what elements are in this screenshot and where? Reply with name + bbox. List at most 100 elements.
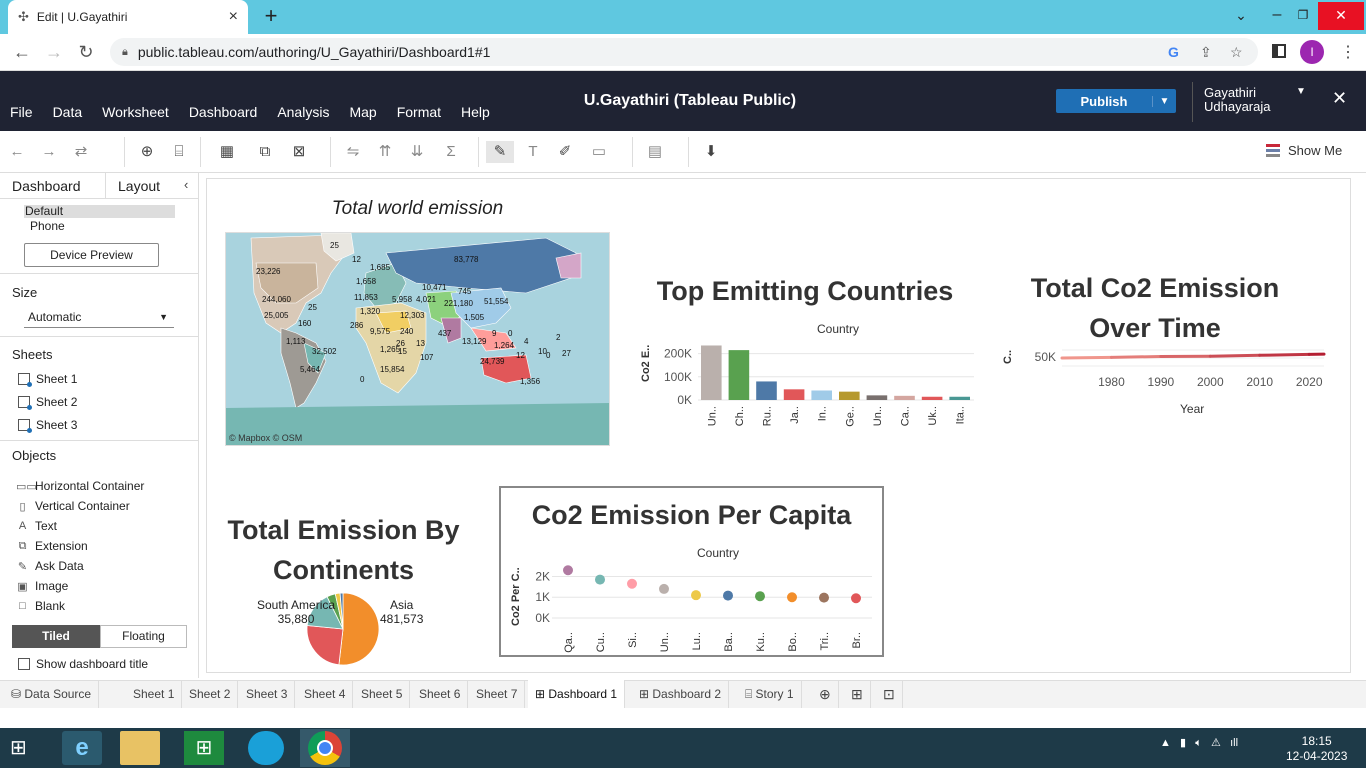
- sort-asc-icon[interactable]: ⇈: [374, 141, 396, 163]
- undo-icon[interactable]: ←: [6, 141, 28, 163]
- reload-button[interactable]: ↻: [72, 38, 100, 66]
- user-caret-icon[interactable]: ▼: [1296, 86, 1306, 97]
- tab-sheet-7[interactable]: Sheet 7: [469, 680, 526, 708]
- taskbar-clock[interactable]: 18:15 12-04-2023: [1286, 734, 1347, 764]
- show-me-button[interactable]: Show Me: [1266, 143, 1342, 158]
- menu-help[interactable]: Help: [461, 104, 490, 120]
- object-extension[interactable]: ⧉ Extension: [16, 539, 88, 553]
- sheet-icon: [18, 396, 32, 410]
- toolbar-separator: [330, 137, 331, 167]
- size-select[interactable]: Automatic ▼: [24, 310, 174, 328]
- download-icon[interactable]: ⬇: [700, 141, 722, 163]
- map-label: 1,658: [356, 277, 377, 286]
- line-chart[interactable]: 50K 1980 1990 2000 2010 2020: [1024, 340, 1334, 396]
- redo-icon[interactable]: →: [38, 141, 60, 163]
- menu-map[interactable]: Map: [349, 104, 376, 120]
- close-authoring-icon[interactable]: ✕: [1332, 88, 1347, 109]
- tiled-toggle[interactable]: Tiled: [12, 625, 100, 648]
- object-horizontal-container[interactable]: ▭▭ Horizontal Container: [16, 479, 144, 493]
- share-icon[interactable]: ⇪: [1200, 44, 1212, 61]
- new-dashboard-icon[interactable]: ⊞: [844, 680, 871, 708]
- menu-file[interactable]: File: [10, 104, 33, 120]
- menu-format[interactable]: Format: [397, 104, 441, 120]
- scatter-chart[interactable]: 0K 1K 2K Qa.. Cu.. Si.. Un.. Lu.. Ba.. Ku.. Bo.. Tr…: [528, 560, 880, 654]
- device-preview-button[interactable]: Device Preview: [24, 243, 159, 267]
- menu-analysis[interactable]: Analysis: [277, 104, 329, 120]
- menu-data[interactable]: Data: [53, 104, 83, 120]
- internet-explorer-icon[interactable]: e: [62, 731, 102, 765]
- back-button[interactable]: ←: [8, 38, 36, 66]
- tab-dashboard-2[interactable]: ⊞ Dashboard 2: [632, 680, 730, 708]
- omnibox[interactable]: 🔒︎ public.tableau.com/authoring/U_Gayath…: [110, 38, 1258, 66]
- tab-layout[interactable]: Layout: [118, 178, 160, 194]
- windows-start-icon[interactable]: ⊞: [10, 736, 38, 760]
- tab-story-1[interactable]: ⌸ Story 1: [738, 680, 802, 708]
- store-icon[interactable]: ⊞: [184, 731, 224, 765]
- user-menu[interactable]: Gayathiri Udhayaraja: [1204, 86, 1271, 114]
- sheet-item[interactable]: Sheet 1: [18, 372, 77, 387]
- google-icon[interactable]: G: [1168, 44, 1179, 60]
- swap-icon[interactable]: ⇋: [342, 141, 364, 163]
- labels-icon[interactable]: T: [522, 141, 544, 163]
- profile-avatar[interactable]: I: [1300, 40, 1324, 64]
- object-text[interactable]: A Text: [16, 519, 57, 533]
- device-default[interactable]: Default: [24, 205, 175, 218]
- fit-icon[interactable]: ▭: [588, 141, 610, 163]
- close-window-button[interactable]: ✕: [1318, 2, 1364, 30]
- floating-toggle[interactable]: Floating: [100, 625, 187, 648]
- sheet-item[interactable]: Sheet 3: [18, 418, 77, 433]
- side-panel-icon[interactable]: [1272, 44, 1286, 58]
- tab-sheet-3[interactable]: Sheet 3: [239, 680, 296, 708]
- new-story-icon[interactable]: ⊡: [876, 680, 903, 708]
- tab-dashboard[interactable]: Dashboard: [12, 178, 81, 194]
- object-vertical-container[interactable]: ▯ Vertical Container: [16, 499, 129, 513]
- new-data-source-icon[interactable]: ⊕: [136, 141, 158, 163]
- tab-dashboard-1[interactable]: ⊞ Dashboard 1: [528, 680, 626, 708]
- tab-sheet-4[interactable]: Sheet 4: [297, 680, 354, 708]
- browser-menu-icon[interactable]: ⋮: [1340, 42, 1356, 62]
- pause-updates-icon[interactable]: ⌸: [168, 141, 190, 163]
- bar: [811, 390, 832, 400]
- sort-desc-icon[interactable]: ⇊: [406, 141, 428, 163]
- collapse-pane-icon[interactable]: ‹: [184, 177, 188, 192]
- object-image[interactable]: ▣ Image: [16, 579, 68, 593]
- x-tick-label: Un..: [872, 406, 884, 426]
- menu-worksheet[interactable]: Worksheet: [102, 104, 169, 120]
- file-explorer-icon[interactable]: [120, 731, 160, 765]
- checkbox[interactable]: [18, 658, 30, 670]
- x-tick-label: 2010: [1246, 375, 1273, 389]
- clear-sheet-icon[interactable]: ⊠: [288, 141, 310, 163]
- tab-sheet-5[interactable]: Sheet 5: [354, 680, 411, 708]
- forward-button[interactable]: →: [40, 38, 68, 66]
- presentation-icon[interactable]: ▤: [644, 141, 666, 163]
- tab-sheet-2[interactable]: Sheet 2: [182, 680, 239, 708]
- publish-button[interactable]: Publish ▼: [1056, 89, 1176, 113]
- tab-sheet-6[interactable]: Sheet 6: [412, 680, 469, 708]
- world-map[interactable]: 25 12 23,226 1,685 83,778 244,060 1,658 …: [225, 232, 610, 446]
- device-phone[interactable]: Phone: [30, 219, 65, 233]
- new-worksheet-icon[interactable]: ⊕: [812, 680, 839, 708]
- object-ask-data[interactable]: ✎ Ask Data: [16, 559, 84, 573]
- totals-icon[interactable]: Σ: [440, 141, 462, 163]
- menu-dashboard[interactable]: Dashboard: [189, 104, 258, 120]
- bookmark-star-icon[interactable]: ☆: [1230, 44, 1243, 61]
- pie-value: 481,573: [380, 612, 424, 626]
- publish-dropdown-icon[interactable]: ▼: [1152, 95, 1176, 107]
- system-tray[interactable]: ▲ ▮ 🔈︎ ⚠ ıll: [1160, 736, 1238, 750]
- tab-data-source[interactable]: ⛁ Data Source: [4, 680, 100, 708]
- replay-icon[interactable]: ⇄: [70, 141, 92, 163]
- object-blank[interactable]: □ Blank: [16, 599, 65, 613]
- format-workbook-icon[interactable]: ✐: [554, 141, 576, 163]
- new-sheet-icon[interactable]: ▦: [216, 141, 238, 163]
- duplicate-sheet-icon[interactable]: ⧉: [254, 141, 276, 163]
- tab-sheet-1[interactable]: Sheet 1: [126, 680, 183, 708]
- sheet-item[interactable]: Sheet 2: [18, 395, 77, 410]
- bar-chart[interactable]: 0K 100K 200K Un.. Ch.. Ru.. Ja.. In.. Ge.. Un.. Ca…: [658, 336, 978, 436]
- highlight-icon[interactable]: ✎: [486, 141, 514, 163]
- edge-icon[interactable]: [248, 731, 284, 765]
- close-tab-icon[interactable]: ×: [229, 8, 238, 26]
- publish-label[interactable]: Publish: [1056, 94, 1152, 109]
- browser-tab[interactable]: ✣ Edit | U.Gayathiri ×: [8, 0, 248, 34]
- new-tab-button[interactable]: +: [258, 4, 284, 30]
- show-dashboard-title[interactable]: Show dashboard title: [18, 657, 148, 671]
